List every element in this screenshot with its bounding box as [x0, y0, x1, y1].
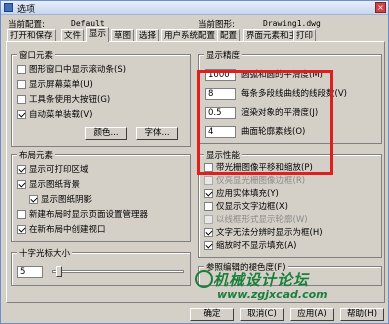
window-elements-title: 窗口元素 [17, 49, 56, 61]
checkbox-box[interactable] [29, 195, 38, 204]
crosshair-size-group: 十字光标大小 5 [11, 247, 191, 286]
window-title: 选项 [17, 5, 36, 15]
display-tab-panel: 窗口元素 图形窗口中显示滚动条(S) 显示屏幕菜单(U) 工具条使用大按钮(G)… [6, 41, 385, 303]
checkbox-box[interactable] [17, 210, 26, 219]
layout-elements-group: 布局元素 显示可打印区域 显示图纸背景 显示图纸阴影 新建布局时显示页面设置管理… [11, 149, 191, 242]
checkbox-show-scrollbars[interactable]: 图形窗口中显示滚动条(S) [17, 65, 126, 75]
checkbox-box[interactable] [17, 80, 26, 89]
watermark-logo [195, 270, 213, 288]
checkbox-no-fill-on-zoom[interactable]: 缩放时不显示填充(A) [204, 241, 296, 251]
checkbox-box[interactable] [204, 202, 213, 211]
checkbox-box[interactable] [17, 95, 26, 104]
checkbox-box[interactable] [17, 65, 26, 74]
checkbox-box[interactable] [204, 228, 213, 237]
checkbox-auto-menu-load[interactable]: 自动菜单装载(V) [17, 110, 92, 120]
checkbox-box[interactable] [204, 241, 213, 250]
checkbox-page-setup-manager[interactable]: 新建布局时显示页面设置管理器 [17, 210, 148, 220]
checkbox-screen-menu[interactable]: 显示屏幕菜单(U) [17, 80, 93, 90]
crosshair-slider-track[interactable] [52, 270, 184, 273]
crosshair-size-title: 十字光标大小 [17, 247, 73, 259]
display-resolution-title: 显示精度 [204, 49, 243, 61]
checkbox-box[interactable] [204, 176, 213, 185]
title-bar[interactable]: 选项 × [1, 1, 388, 15]
checkbox-solid-fill[interactable]: 应用实体填充(Y) [204, 189, 279, 199]
current-drawing-value: Drawing1.dwg [263, 19, 321, 28]
checkbox-box[interactable] [17, 165, 26, 174]
layout-elements-title: 布局元素 [17, 149, 56, 161]
crosshair-slider-thumb[interactable] [55, 266, 62, 277]
app-icon [4, 3, 13, 12]
checkbox-large-buttons[interactable]: 工具条使用大按钮(G) [17, 95, 110, 105]
apply-button[interactable]: 应用(A) [290, 308, 334, 321]
checkbox-text-as-box[interactable]: 文字无法分辨时显示为框(H) [204, 228, 323, 238]
checkbox-raster-frame-only[interactable]: 仅亮显光栅图像边框(R) [204, 176, 305, 186]
checkbox-paper-shadow[interactable]: 显示图纸阴影 [29, 195, 92, 205]
checkbox-box[interactable] [17, 110, 26, 119]
watermark-url: www.zgjxcad.com [217, 288, 328, 301]
close-icon[interactable]: × [375, 2, 386, 13]
highlight-box [197, 70, 333, 175]
fonts-button[interactable]: 字体... [136, 127, 178, 140]
checkbox-box[interactable] [17, 180, 26, 189]
watermark-text: 机械设计论坛 [213, 271, 310, 289]
help-button[interactable]: 帮助(H) [340, 308, 384, 321]
checkbox-box[interactable] [204, 189, 213, 198]
options-dialog: 选项 × 当前配置: Default 当前图形: Drawing1.dwg 打开… [0, 0, 389, 324]
checkbox-create-viewport[interactable]: 在新布局中创建视口 [17, 225, 106, 235]
colors-button[interactable]: 颜色... [85, 127, 127, 140]
checkbox-text-boundary[interactable]: 仅显示文字边框(X) [204, 202, 288, 212]
crosshair-size-input[interactable]: 5 [17, 266, 43, 278]
ok-button[interactable]: 确定 [190, 308, 234, 321]
checkbox-box[interactable] [17, 225, 26, 234]
checkbox-show-printable-area[interactable]: 显示可打印区域 [17, 165, 89, 175]
window-elements-group: 窗口元素 图形窗口中显示滚动条(S) 显示屏幕菜单(U) 工具条使用大按钮(G)… [11, 49, 191, 147]
tab-display[interactable]: 显示 [86, 27, 110, 42]
cancel-button[interactable]: 取消(C) [240, 308, 284, 321]
checkbox-paper-background[interactable]: 显示图纸背景 [17, 180, 80, 190]
checkbox-silhouette-wireframe[interactable]: 以线框形式显示轮廓(W) [204, 215, 308, 225]
checkbox-box[interactable] [204, 215, 213, 224]
